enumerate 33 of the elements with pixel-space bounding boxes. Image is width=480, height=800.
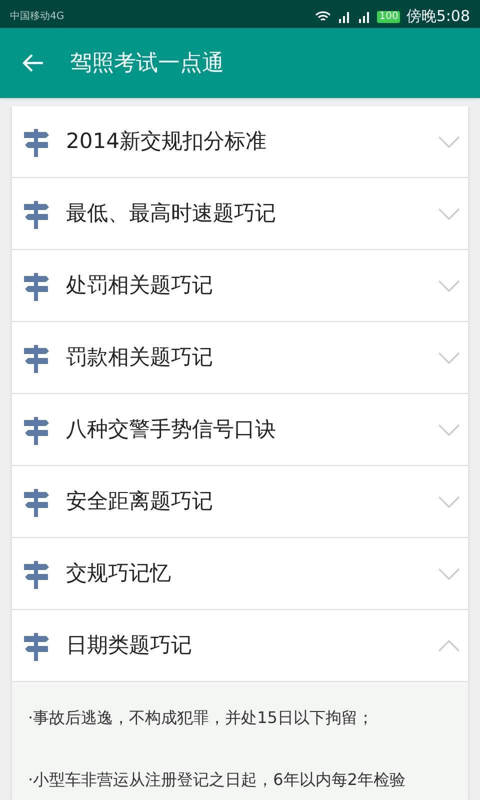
back-icon[interactable]: [22, 54, 44, 72]
screen-title: 驾照考试一点通: [70, 50, 224, 78]
signpost-icon: [22, 270, 50, 300]
section-header[interactable]: 交规巧记忆: [12, 538, 468, 610]
section-header[interactable]: 八种交警手势信号口诀: [12, 394, 468, 466]
section-title: 2014新交规扣分标准: [66, 128, 268, 155]
wifi-icon: [315, 10, 332, 22]
section-title: 交规巧记忆: [66, 560, 172, 587]
clock: 傍晚5:08: [406, 9, 470, 24]
signpost-icon: [22, 558, 50, 588]
rule-text: ·小型车非营运从注册登记之日起，6年以内每2年检验: [28, 769, 406, 791]
section-header[interactable]: 处罚相关题巧记: [12, 250, 468, 322]
section-header[interactable]: 最低、最高时速题巧记: [12, 178, 468, 250]
section-header[interactable]: 2014新交规扣分标准: [12, 106, 468, 178]
signpost-icon: [22, 486, 50, 516]
rule-text: ·事故后逃逸，不构成犯罪，并处15日以下拘留；: [28, 707, 374, 729]
section-title: 处罚相关题巧记: [66, 272, 214, 299]
signpost-icon: [22, 198, 50, 228]
signpost-icon: [22, 630, 50, 660]
signal-icon: [337, 10, 352, 22]
section-title: 八种交警手势信号口诀: [66, 416, 277, 443]
section-title: 安全距离题巧记: [66, 488, 214, 515]
section-header[interactable]: 罚款相关题巧记: [12, 322, 468, 394]
section-title: 日期类题巧记: [66, 632, 193, 659]
carrier-label: 中国移动4G: [10, 10, 64, 24]
battery-level: 100: [377, 10, 400, 22]
signpost-icon: [22, 126, 50, 156]
section-title: 最低、最高时速题巧记: [66, 200, 277, 227]
signpost-icon: [22, 414, 50, 444]
signal-icon: [357, 10, 372, 22]
signpost-icon: [22, 342, 50, 372]
section-title: 罚款相关题巧记: [66, 344, 214, 371]
section-header[interactable]: 安全距离题巧记: [12, 466, 468, 538]
